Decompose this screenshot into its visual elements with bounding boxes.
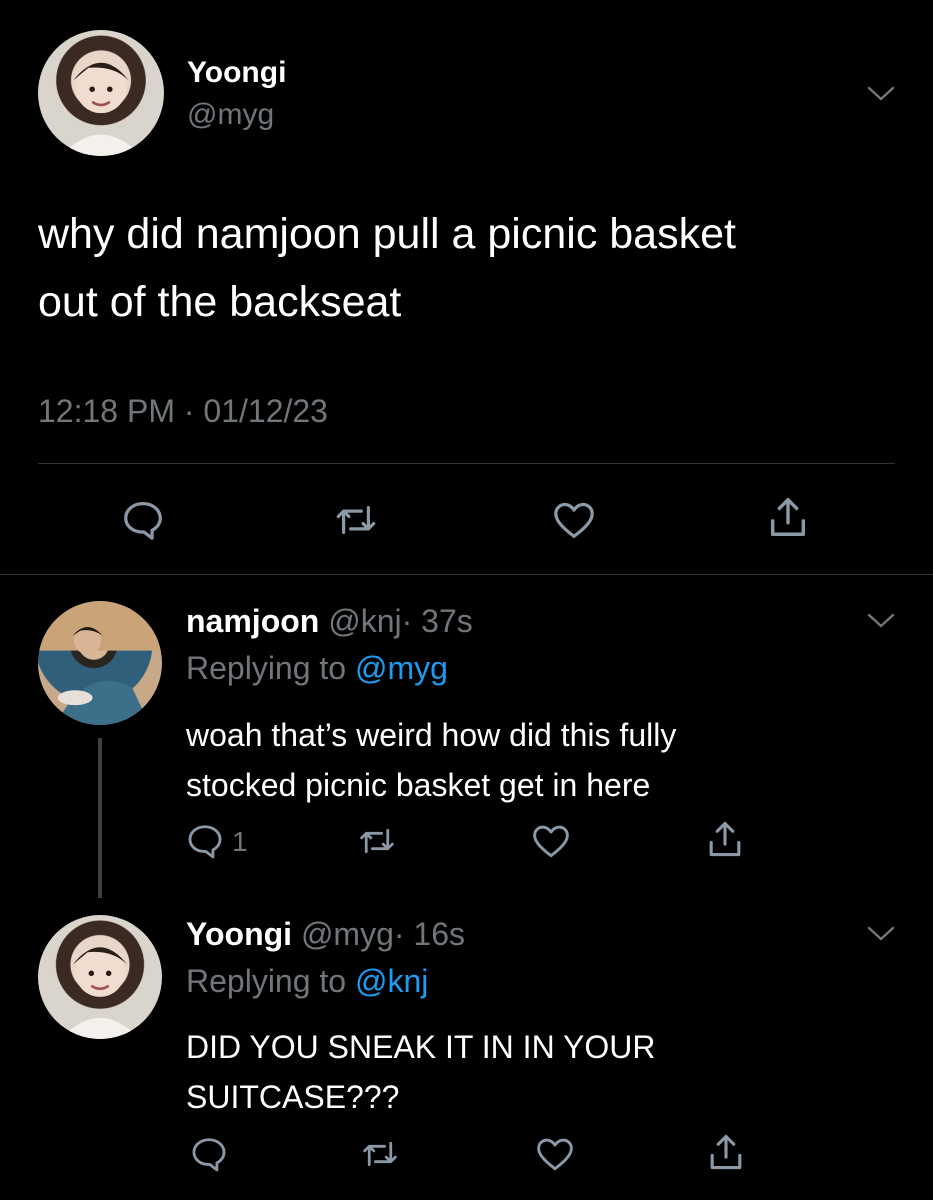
tweet-age[interactable]: · 16s — [394, 916, 465, 952]
divider — [0, 574, 933, 575]
display-name[interactable]: Yoongi — [186, 916, 292, 952]
reply-header: namjoon @knj· 37s — [186, 603, 473, 640]
chevron-down-icon[interactable] — [866, 85, 896, 103]
avatar[interactable] — [38, 601, 162, 725]
tweet-text-line: out of the backseat — [38, 278, 402, 326]
retweet-icon[interactable] — [360, 1136, 400, 1172]
like-icon[interactable] — [531, 823, 571, 859]
handle[interactable]: @knj — [328, 603, 401, 639]
tweet-text: why did namjoon pull a picnic basket out… — [38, 200, 736, 336]
divider — [38, 463, 895, 464]
avatar[interactable] — [38, 30, 164, 156]
chevron-down-icon[interactable] — [866, 925, 896, 943]
display-name[interactable]: Yoongi — [187, 56, 286, 90]
reply-icon[interactable] — [121, 500, 165, 540]
handle[interactable]: @myg — [301, 916, 394, 952]
timestamp[interactable]: 12:18 PM · 01/12/23 — [38, 393, 328, 430]
reply-icon[interactable] — [186, 823, 224, 859]
reply-text: DID YOU SNEAK IT IN IN YOUR SUITCASE??? — [186, 1022, 655, 1122]
tweet-age[interactable]: · 37s — [402, 603, 473, 639]
thread-line — [98, 738, 102, 898]
reply-text-line: stocked picnic basket get in here — [186, 767, 651, 803]
reply-text: woah that’s weird how did this fully sto… — [186, 710, 676, 810]
replying-to-label: Replying to — [186, 963, 347, 999]
share-icon[interactable] — [706, 818, 744, 860]
reply-header: Yoongi @myg· 16s — [186, 916, 465, 953]
share-icon[interactable] — [766, 494, 810, 540]
retweet-icon[interactable] — [333, 500, 379, 540]
replying-to-label: Replying to — [186, 650, 347, 686]
like-icon[interactable] — [535, 1136, 575, 1172]
replying-to: Replying to @myg — [186, 650, 448, 687]
reply-text-line: SUITCASE??? — [186, 1079, 400, 1115]
reply-text-line: DID YOU SNEAK IT IN IN YOUR — [186, 1029, 656, 1065]
reply-text-line: woah that’s weird how did this fully — [186, 717, 677, 753]
like-icon[interactable] — [551, 500, 597, 540]
display-name[interactable]: namjoon — [186, 603, 319, 639]
tweet-text-line: why did namjoon pull a picnic basket — [38, 210, 736, 258]
retweet-icon[interactable] — [357, 823, 397, 859]
mention-link[interactable]: @knj — [355, 963, 428, 999]
avatar[interactable] — [38, 915, 162, 1039]
handle[interactable]: @myg — [187, 98, 274, 132]
reply-icon[interactable] — [190, 1136, 228, 1172]
mention-link[interactable]: @myg — [355, 650, 448, 686]
replying-to: Replying to @knj — [186, 963, 428, 1000]
reply-count: 1 — [232, 826, 248, 857]
share-icon[interactable] — [707, 1131, 745, 1173]
chevron-down-icon[interactable] — [866, 612, 896, 630]
